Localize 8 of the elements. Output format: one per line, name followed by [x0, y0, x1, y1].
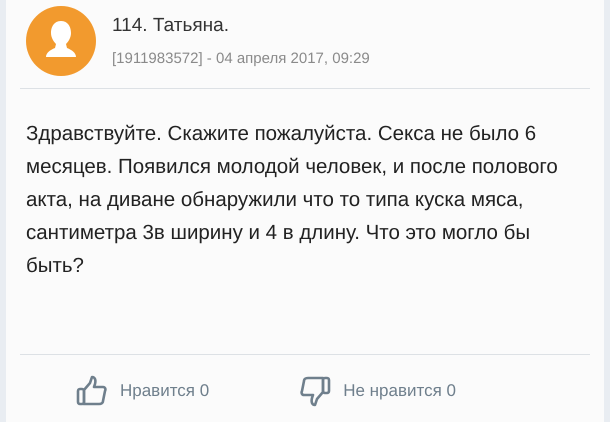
post-text: Здравствуйте. Скажите пожалуйста. Секса не было 6 месяцев. Появился молодой человек, и после полового акта, на диване обнаружили что то типа куска мяса, сантиметра 3в ширину и 4 в длину. Что это могло бы быть? [25, 121, 559, 279]
thumbs-up-icon [76, 375, 108, 407]
dislike-button[interactable]: Не нравится 0 [299, 375, 456, 407]
avatar-icon [26, 6, 96, 76]
post-meta: [1911983572] - 04 апреля 2017, 09:29 [112, 49, 370, 69]
author-name: 114. Татьяна. [112, 14, 230, 38]
thumbs-down-icon [299, 375, 332, 407]
like-button[interactable]: Нравится 0 [76, 375, 210, 407]
